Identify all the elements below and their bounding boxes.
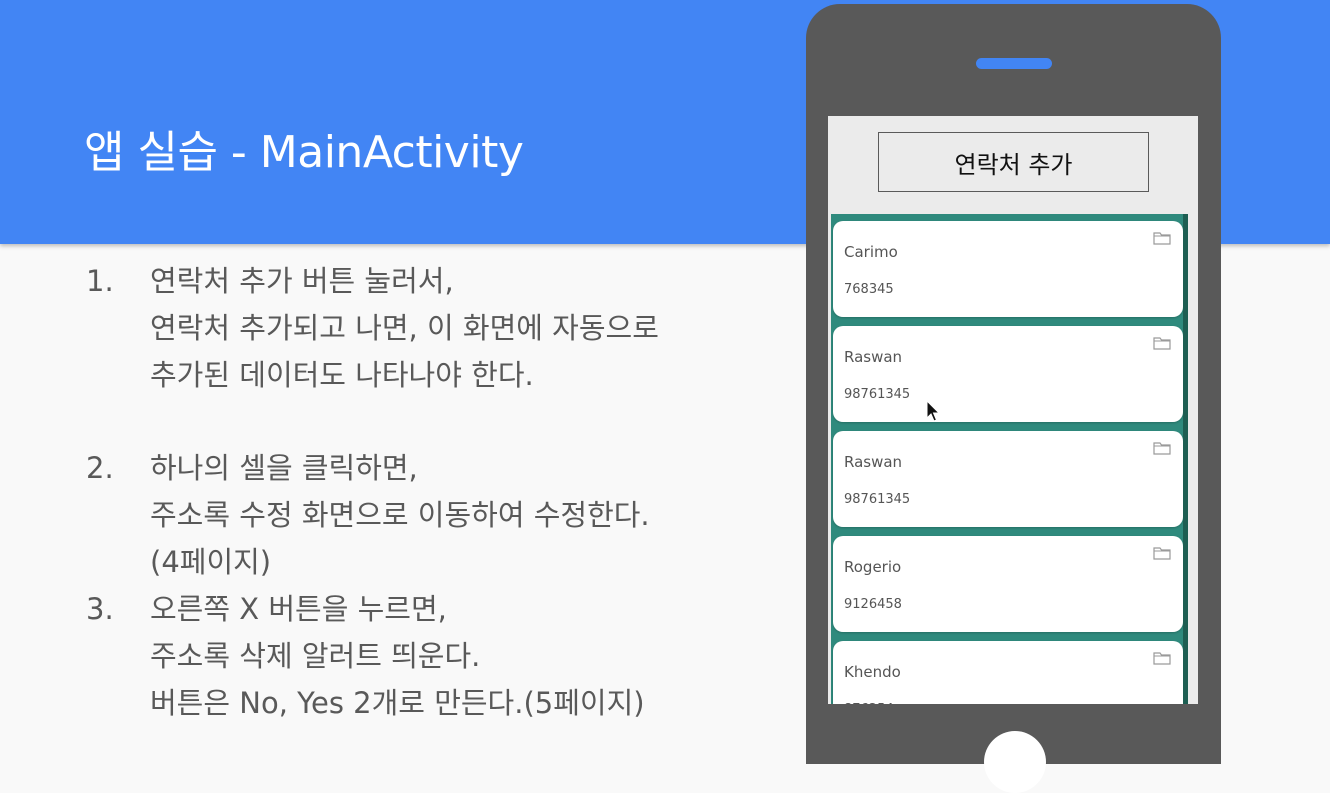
- contact-card[interactable]: Khendo 876254: [833, 641, 1183, 704]
- step-number: 3.: [86, 592, 114, 626]
- folder-icon[interactable]: [1153, 336, 1171, 350]
- instruction-step-1: 1. 연락처 추가 버튼 눌러서, 연락처 추가되고 나면, 이 화면에 자동으…: [86, 258, 786, 399]
- contact-name: Khendo: [844, 663, 901, 681]
- phone-mockup: 연락처 추가 Carimo 768345 Raswan 98761345 Ras…: [806, 4, 1221, 793]
- contact-list[interactable]: Carimo 768345 Raswan 98761345 Raswan 987…: [831, 214, 1188, 704]
- folder-icon[interactable]: [1153, 441, 1171, 455]
- step-line: 주소록 수정 화면으로 이동하여 수정한다.: [150, 498, 650, 532]
- step-line: 연락처 추가 버튼 눌러서,: [150, 264, 454, 298]
- phone-screen: 연락처 추가 Carimo 768345 Raswan 98761345 Ras…: [828, 116, 1198, 704]
- add-contact-button[interactable]: 연락처 추가: [878, 132, 1149, 192]
- folder-icon[interactable]: [1153, 231, 1171, 245]
- contact-phone: 98761345: [844, 387, 911, 402]
- contact-phone: 98761345: [844, 492, 911, 507]
- instruction-step-2: 2. 하나의 셀을 클릭하면, 주소록 수정 화면으로 이동하여 수정한다. (…: [86, 445, 786, 586]
- slide-title: 앱 실습 - MainActivity: [84, 127, 524, 178]
- contact-name: Raswan: [844, 453, 903, 471]
- contact-card[interactable]: Carimo 768345: [833, 221, 1183, 317]
- contact-card[interactable]: Raswan 98761345: [833, 431, 1183, 527]
- step-line: 주소록 삭제 알러트 띄운다.: [150, 639, 481, 673]
- contact-phone: 768345: [844, 282, 894, 297]
- contact-phone: 9126458: [844, 597, 902, 612]
- step-number: 2.: [86, 451, 114, 485]
- mouse-cursor-icon: [926, 400, 940, 422]
- step-line: 오른쪽 X 버튼을 누르면,: [150, 592, 447, 626]
- contact-card[interactable]: Raswan 98761345: [833, 326, 1183, 422]
- instruction-list: 1. 연락처 추가 버튼 눌러서, 연락처 추가되고 나면, 이 화면에 자동으…: [86, 258, 786, 727]
- contact-name: Raswan: [844, 348, 903, 366]
- folder-icon[interactable]: [1153, 546, 1171, 560]
- phone-speaker: [976, 58, 1052, 69]
- instruction-step-3: 3. 오른쪽 X 버튼을 누르면, 주소록 삭제 알러트 띄운다. 버튼은 No…: [86, 586, 786, 727]
- folder-icon[interactable]: [1153, 651, 1171, 665]
- step-line: (4페이지): [150, 545, 272, 579]
- step-line: 버튼은 No, Yes 2개로 만든다.(5페이지): [150, 686, 645, 720]
- contact-phone: 876254: [844, 702, 894, 704]
- step-line: 연락처 추가되고 나면, 이 화면에 자동으로: [150, 311, 659, 345]
- step-number: 1.: [86, 264, 114, 298]
- contact-name: Carimo: [844, 243, 898, 261]
- contact-name: Rogerio: [844, 558, 902, 576]
- step-line: 추가된 데이터도 나타나야 한다.: [150, 358, 534, 392]
- phone-home-button[interactable]: [984, 731, 1046, 793]
- contact-card[interactable]: Rogerio 9126458: [833, 536, 1183, 632]
- step-line: 하나의 셀을 클릭하면,: [150, 451, 418, 485]
